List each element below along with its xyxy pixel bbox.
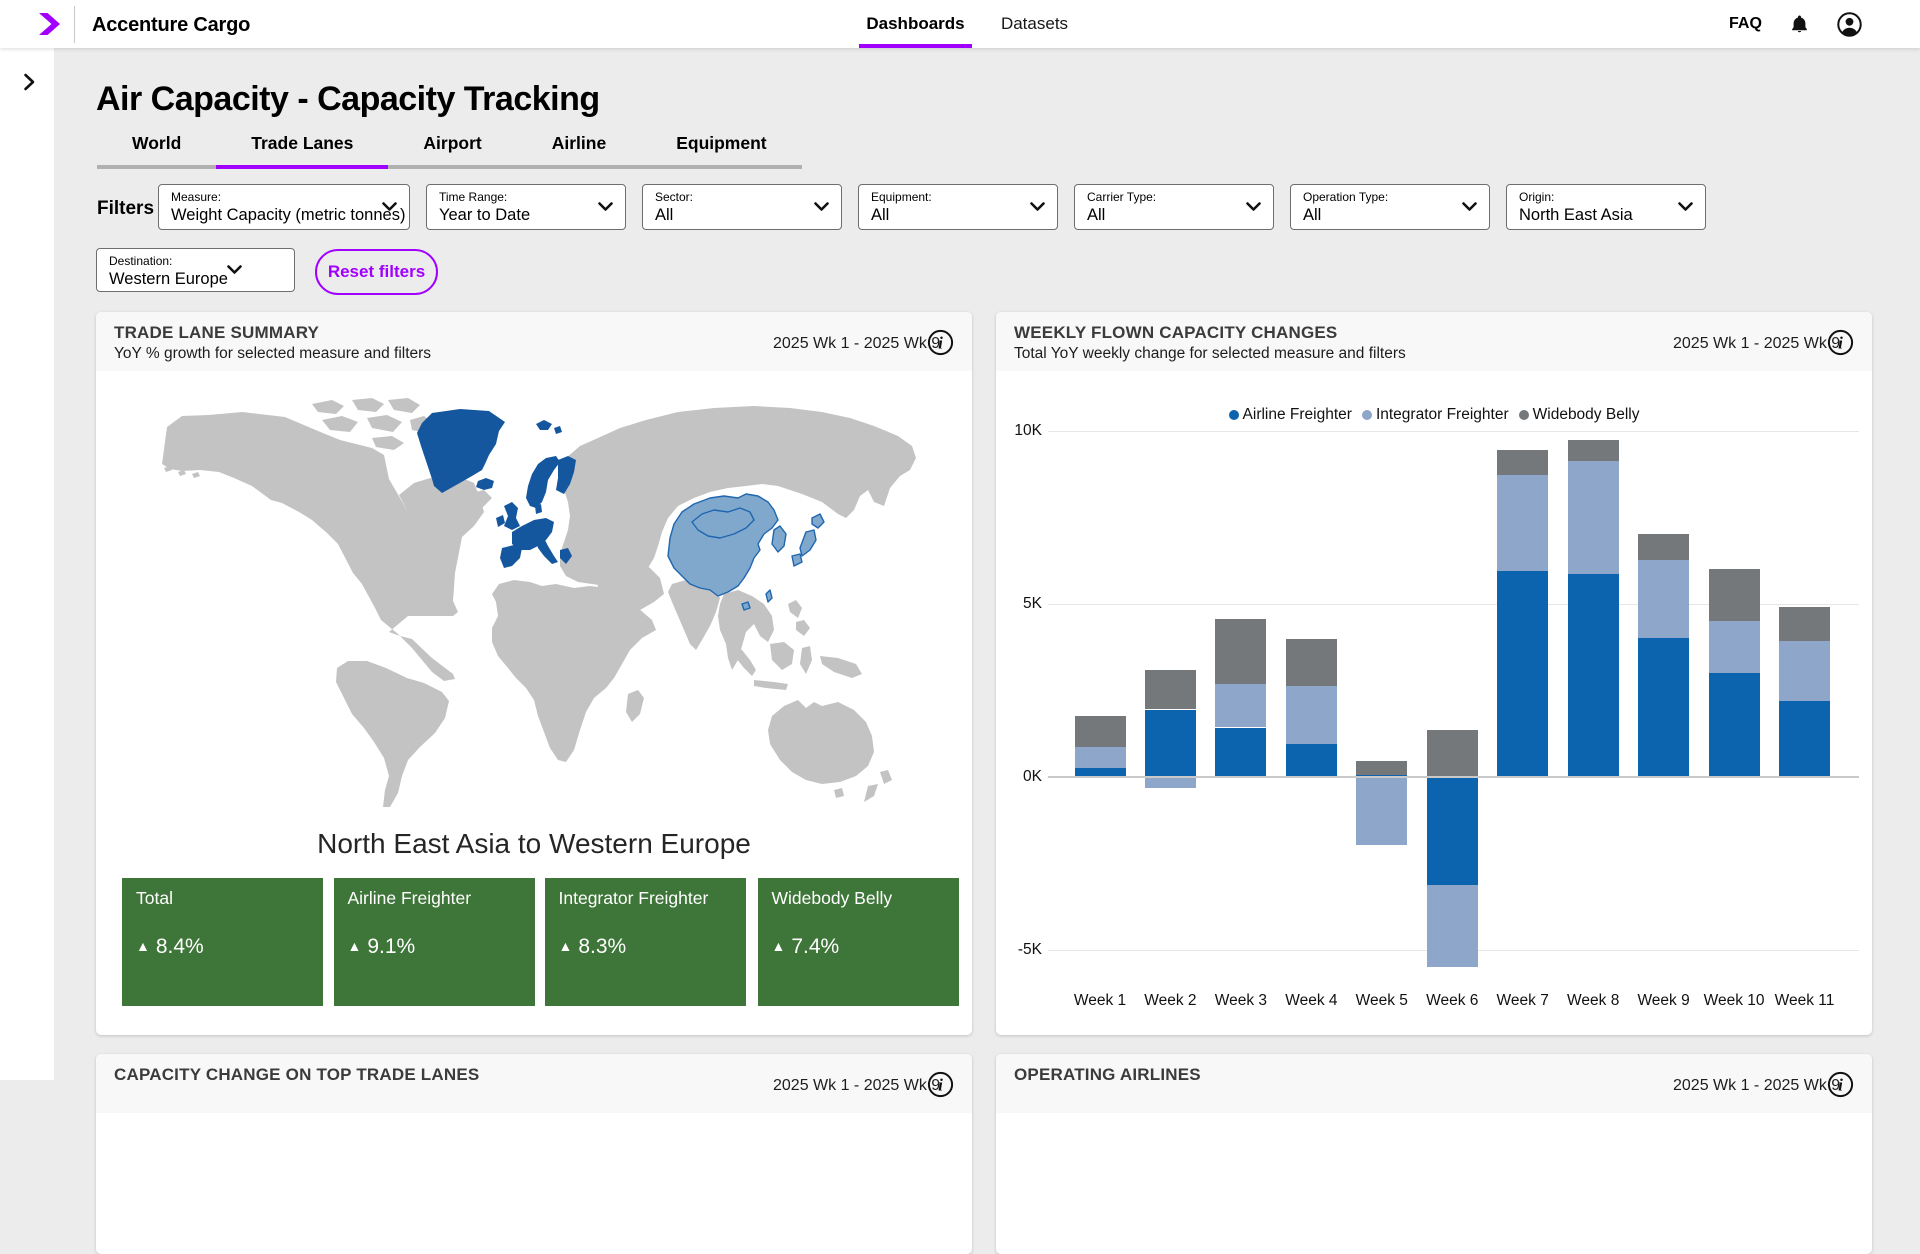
svg-text:i: i [938,1076,943,1095]
svg-text:i: i [1838,334,1843,353]
svg-text:i: i [938,334,943,353]
svg-text:i: i [1838,1076,1843,1095]
